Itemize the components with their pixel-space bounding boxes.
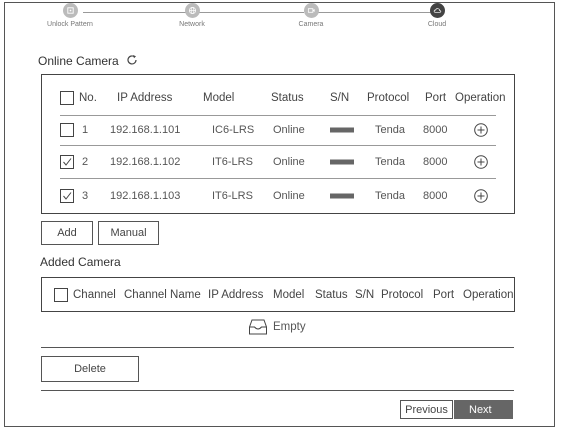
- column-header: Channel Name: [124, 288, 201, 301]
- port: 8000: [423, 124, 448, 136]
- row-divider: [60, 145, 496, 146]
- column-header: Port: [425, 92, 447, 104]
- column-header: Channel: [73, 288, 116, 301]
- row-checkbox[interactable]: [60, 123, 74, 137]
- divider-line: [41, 347, 514, 348]
- serial-number-redacted: [330, 127, 354, 133]
- status: Online: [273, 124, 305, 136]
- column-header: Port: [433, 288, 455, 301]
- column-header: Protocol: [367, 92, 410, 104]
- table-header: No. IP Address Model Status S/N Protocol…: [42, 83, 514, 113]
- protocol: Tenda: [375, 190, 405, 202]
- port: 8000: [423, 190, 448, 202]
- column-header: S/N: [330, 92, 350, 104]
- refresh-icon[interactable]: [126, 54, 138, 69]
- column-header: IP Address: [208, 288, 264, 301]
- protocol: Tenda: [375, 156, 405, 168]
- row-checkbox-checked[interactable]: [60, 155, 74, 169]
- row-number: 1: [82, 124, 89, 136]
- add-button[interactable]: Add: [41, 221, 93, 245]
- add-camera-plus-icon[interactable]: [474, 155, 488, 169]
- status: Online: [273, 190, 305, 202]
- ip-address: 192.168.1.103: [110, 190, 181, 202]
- camera-icon: [303, 3, 319, 18]
- model: IC6-LRS: [212, 124, 255, 136]
- column-header: Protocol: [381, 288, 424, 301]
- step-label: Camera: [298, 21, 324, 28]
- delete-button[interactable]: Delete: [41, 356, 139, 382]
- row-checkbox-checked[interactable]: [60, 189, 74, 203]
- wizard-steps: Unlock Pattern Network Camera Cloud: [0, 0, 561, 36]
- port: 8000: [423, 156, 448, 168]
- column-header: Operation: [463, 288, 514, 301]
- column-header: No.: [79, 92, 97, 104]
- protocol: Tenda: [375, 124, 405, 136]
- model: IT6-LRS: [212, 156, 253, 168]
- manual-button[interactable]: Manual: [98, 221, 159, 245]
- column-header: Model: [273, 288, 305, 301]
- divider-line: [41, 390, 514, 391]
- column-header: Operation: [455, 92, 506, 104]
- add-camera-plus-icon[interactable]: [474, 189, 488, 203]
- status: Online: [273, 156, 305, 168]
- column-header: Status: [271, 92, 304, 104]
- add-camera-plus-icon[interactable]: [474, 123, 488, 137]
- ip-address: 192.168.1.101: [110, 124, 181, 136]
- step-label: Network: [179, 21, 205, 28]
- added-camera-title: Added Camera: [40, 255, 121, 269]
- model: IT6-LRS: [212, 190, 253, 202]
- step-label: Cloud: [427, 21, 447, 28]
- online-camera-title: Online Camera: [38, 54, 138, 69]
- serial-number-redacted: [330, 159, 354, 165]
- table-row[interactable]: 3 192.168.1.103 IT6-LRS Online Tenda 800…: [42, 181, 514, 211]
- previous-button[interactable]: Previous: [400, 400, 453, 419]
- row-number: 3: [82, 190, 89, 202]
- column-header: Model: [203, 92, 235, 104]
- step-label: Unlock Pattern: [47, 21, 93, 28]
- select-all-checkbox[interactable]: [60, 91, 74, 105]
- row-divider: [60, 178, 496, 179]
- empty-state: Empty: [248, 318, 306, 336]
- serial-number-redacted: [330, 193, 354, 199]
- step-unlock-pattern: Unlock Pattern: [30, 3, 110, 28]
- network-globe-icon: [184, 3, 200, 18]
- step-camera: Camera: [271, 3, 351, 28]
- empty-tray-icon: [249, 319, 267, 335]
- online-camera-table: No. IP Address Model Status S/N Protocol…: [41, 74, 515, 214]
- empty-label: Empty: [273, 321, 306, 333]
- select-all-added-checkbox[interactable]: [54, 288, 68, 302]
- row-number: 2: [82, 156, 89, 168]
- cloud-icon: [429, 3, 445, 18]
- column-header: Status: [315, 288, 348, 301]
- ip-address: 192.168.1.102: [110, 156, 181, 168]
- column-header: IP Address: [117, 92, 173, 104]
- column-header: S/N: [355, 288, 375, 301]
- table-row[interactable]: 1 192.168.1.101 IC6-LRS Online Tenda 800…: [42, 115, 514, 145]
- next-button[interactable]: Next: [454, 400, 513, 419]
- lock-pattern-icon: [62, 3, 78, 18]
- step-network: Network: [152, 3, 232, 28]
- table-row[interactable]: 2 192.168.1.102 IT6-LRS Online Tenda 800…: [42, 147, 514, 177]
- step-cloud: Cloud: [397, 3, 477, 28]
- added-camera-table-header: Channel Channel Name IP Address Model St…: [41, 277, 515, 312]
